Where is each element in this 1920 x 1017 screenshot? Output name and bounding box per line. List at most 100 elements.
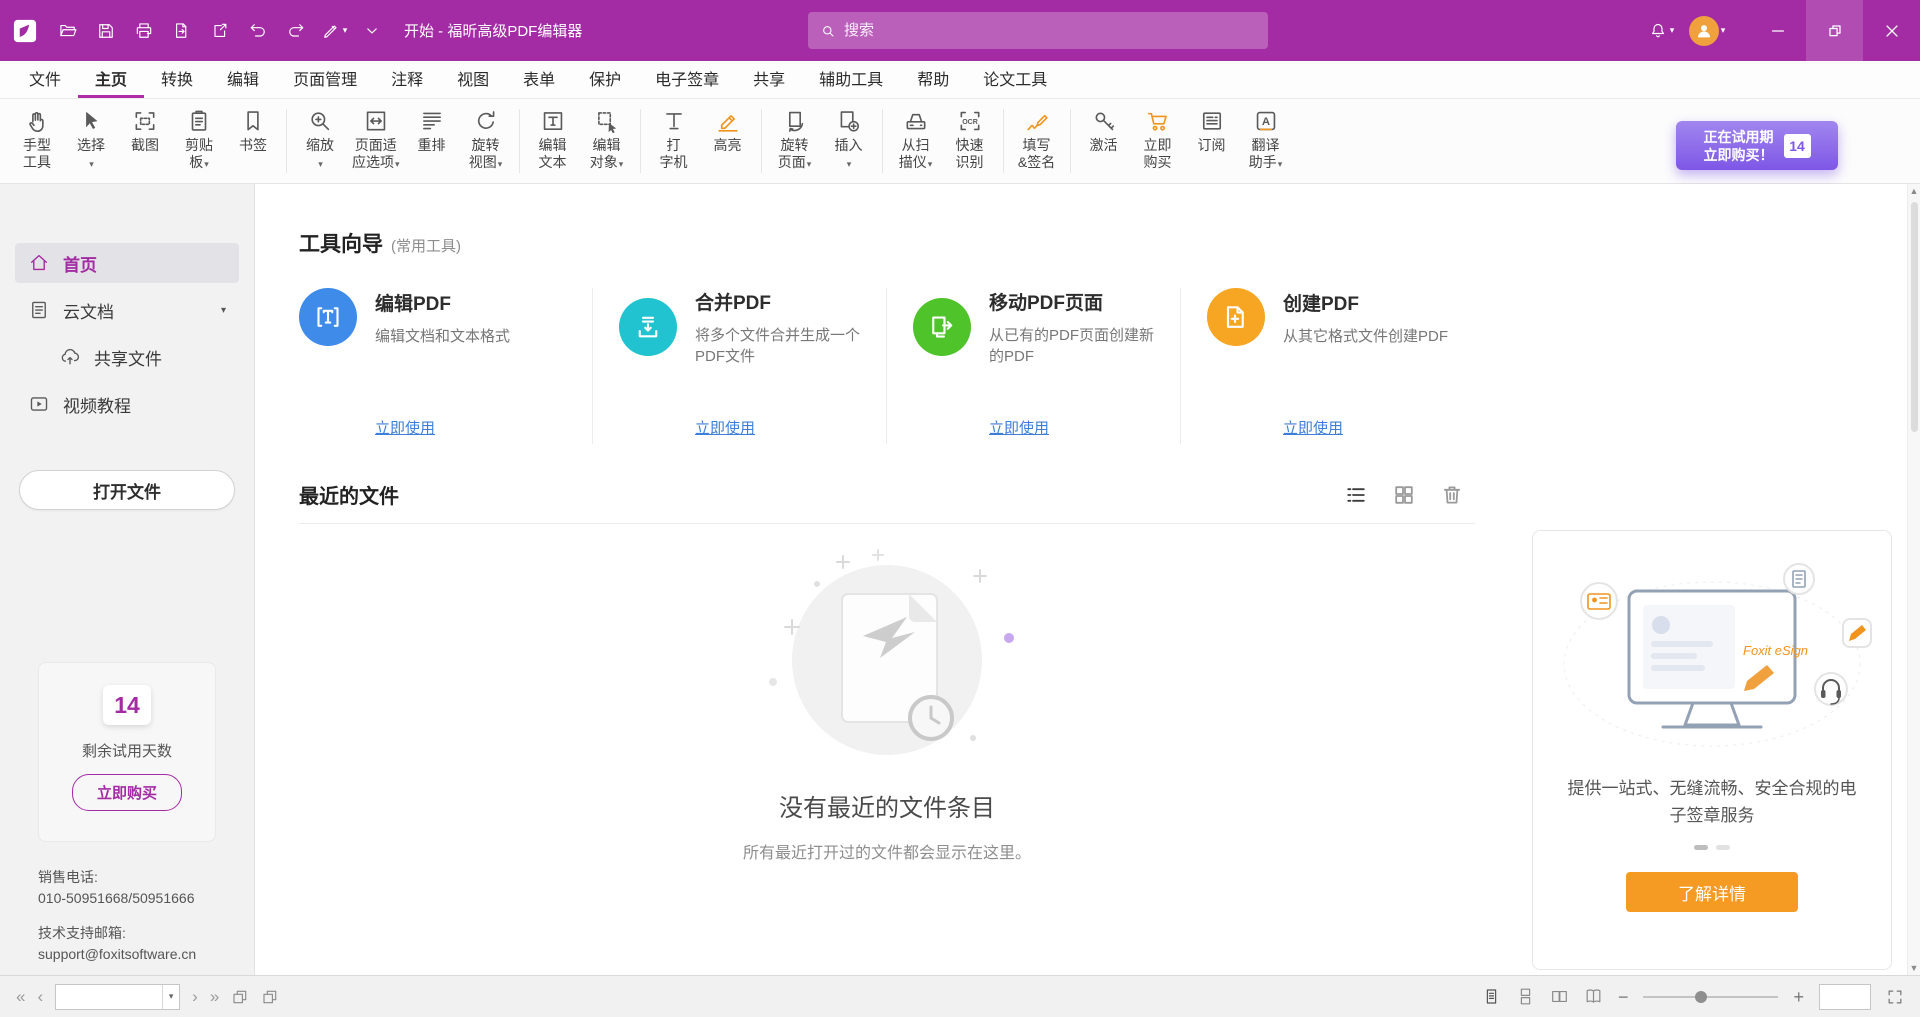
- foxit-logo-icon[interactable]: [0, 0, 50, 61]
- export-button[interactable]: [166, 15, 198, 47]
- ribbon-tool-activate[interactable]: 激活: [1077, 106, 1131, 154]
- menu-item-10[interactable]: 共享: [736, 61, 802, 98]
- tool-card-merge-pdf[interactable]: 合并PDF将多个文件合并生成一个PDF文件立即使用: [593, 288, 887, 444]
- esign-button[interactable]: ▾: [318, 15, 350, 47]
- ribbon-tool-zoom[interactable]: 缩放▾: [293, 106, 347, 173]
- menu-item-8[interactable]: 保护: [572, 61, 638, 98]
- support-email-value[interactable]: support@foxitsoftware.cn: [38, 944, 196, 965]
- close-button[interactable]: [1863, 0, 1920, 61]
- scroll-up-icon[interactable]: ▲: [1910, 184, 1919, 198]
- ribbon-tool-fit[interactable]: 页面适应选项▾: [347, 106, 405, 173]
- fullscreen-icon[interactable]: [1886, 988, 1904, 1006]
- open-file-button[interactable]: 打开文件: [19, 470, 235, 510]
- ribbon-tool-rotate-view[interactable]: 旋转视图▾: [459, 106, 513, 173]
- menu-item-2[interactable]: 转换: [144, 61, 210, 98]
- sidebar-item-home[interactable]: 首页: [15, 243, 239, 283]
- next-view-icon[interactable]: [261, 988, 279, 1006]
- menu-item-6[interactable]: 视图: [440, 61, 506, 98]
- ribbon-tool-snapshot[interactable]: 截图: [118, 106, 172, 154]
- redo-button[interactable]: [280, 15, 312, 47]
- ribbon-tool-clipboard[interactable]: 剪贴板▾: [172, 106, 226, 173]
- print-button[interactable]: [128, 15, 160, 47]
- ribbon-tool-edit-object[interactable]: 编辑对象▾: [580, 106, 634, 173]
- ribbon-tool-fill-sign[interactable]: 填写&签名: [1010, 106, 1064, 171]
- ribbon-tool-hand[interactable]: 手型工具: [10, 106, 64, 171]
- ribbon-tool-highlight[interactable]: 高亮: [701, 106, 755, 154]
- open-button[interactable]: [52, 15, 84, 47]
- account-button[interactable]: ▾: [1687, 15, 1727, 47]
- use-now-link[interactable]: 立即使用: [695, 417, 755, 438]
- zoom-in-icon[interactable]: +: [1793, 988, 1804, 1006]
- menu-item-13[interactable]: 论文工具: [966, 61, 1064, 98]
- ribbon-tool-rotate-pages[interactable]: 旋转页面▾: [768, 106, 822, 173]
- single-page-view-icon[interactable]: [1482, 987, 1501, 1006]
- book-view-icon[interactable]: [1584, 987, 1603, 1006]
- menu-item-4[interactable]: 页面管理: [276, 61, 374, 98]
- menu-item-9[interactable]: 电子签章: [638, 61, 736, 98]
- use-now-link[interactable]: 立即使用: [375, 417, 435, 438]
- tool-card-edit-pdf[interactable]: 编辑PDF编辑文档和文本格式立即使用: [299, 288, 593, 444]
- zoom-out-icon[interactable]: −: [1618, 988, 1629, 1006]
- vertical-scrollbar[interactable]: ▲ ▼: [1907, 184, 1920, 975]
- sidebar-item-share-cloud[interactable]: 共享文件: [46, 337, 239, 377]
- list-view-icon[interactable]: [1343, 482, 1369, 508]
- menu-item-0[interactable]: 文件: [12, 61, 78, 98]
- tool-card-move-pages[interactable]: 移动PDF页面从已有的PDF页面创建新的PDF立即使用: [887, 288, 1181, 444]
- page-input[interactable]: [56, 985, 162, 1009]
- chevron-down-icon[interactable]: ▾: [221, 305, 226, 316]
- customize-button[interactable]: [356, 15, 388, 47]
- scrollbar-thumb[interactable]: [1911, 202, 1918, 432]
- menu-item-3[interactable]: 编辑: [210, 61, 276, 98]
- menu-item-1[interactable]: 主页: [78, 61, 144, 98]
- ribbon-tool-insert[interactable]: 插入▾: [822, 106, 876, 173]
- zoom-slider[interactable]: [1643, 996, 1778, 998]
- use-now-link[interactable]: 立即使用: [1283, 417, 1343, 438]
- ribbon-tool-cart[interactable]: 立即购买: [1131, 106, 1185, 171]
- prev-page-icon[interactable]: ‹: [37, 988, 43, 1005]
- notifications-button[interactable]: ▾: [1641, 15, 1681, 47]
- last-page-icon[interactable]: »: [210, 988, 219, 1005]
- carousel-dot[interactable]: [1716, 845, 1730, 850]
- ribbon-tool-reflow[interactable]: 重排: [405, 106, 459, 154]
- zoom-input[interactable]: [1820, 985, 1870, 1009]
- trial-badge[interactable]: 正在试用期 立即购买！ 14: [1676, 121, 1838, 170]
- ribbon-tool-typewriter[interactable]: 打字机: [647, 106, 701, 171]
- search-box[interactable]: [808, 12, 1268, 49]
- share-button[interactable]: [204, 15, 236, 47]
- menu-item-11[interactable]: 辅助工具: [802, 61, 900, 98]
- buy-now-button[interactable]: 立即购买: [72, 774, 182, 811]
- grid-view-icon[interactable]: [1391, 482, 1417, 508]
- page-dropdown-icon[interactable]: ▾: [162, 985, 179, 1009]
- first-page-icon[interactable]: «: [16, 988, 25, 1005]
- menu-item-7[interactable]: 表单: [506, 61, 572, 98]
- menu-item-5[interactable]: 注释: [374, 61, 440, 98]
- ribbon-tool-translate[interactable]: A翻译助手▾: [1239, 106, 1293, 173]
- carousel-dot[interactable]: [1694, 845, 1708, 850]
- restore-button[interactable]: [1806, 0, 1863, 61]
- next-page-icon[interactable]: ›: [192, 988, 198, 1005]
- save-button[interactable]: [90, 15, 122, 47]
- minimize-button[interactable]: [1749, 0, 1806, 61]
- menu-item-12[interactable]: 帮助: [900, 61, 966, 98]
- zoom-slider-thumb[interactable]: [1695, 991, 1707, 1003]
- delete-icon[interactable]: [1439, 482, 1465, 508]
- ribbon-tool-label: 选择▾: [77, 137, 105, 173]
- carousel-dots[interactable]: [1694, 845, 1730, 850]
- previous-view-icon[interactable]: [231, 988, 249, 1006]
- ribbon-tool-edit-text[interactable]: 编辑文本: [526, 106, 580, 171]
- ribbon-tool-ocr[interactable]: OCR快速识别: [943, 106, 997, 171]
- search-input[interactable]: [844, 22, 1256, 39]
- ribbon-tool-subscribe[interactable]: 订阅: [1185, 106, 1239, 154]
- tool-card-create-pdf[interactable]: 创建PDF从其它格式文件创建PDF立即使用: [1181, 288, 1475, 444]
- use-now-link[interactable]: 立即使用: [989, 417, 1049, 438]
- ribbon-tool-bookmark[interactable]: 书签: [226, 106, 280, 154]
- scroll-down-icon[interactable]: ▼: [1910, 961, 1919, 975]
- undo-button[interactable]: [242, 15, 274, 47]
- learn-more-button[interactable]: 了解详情: [1626, 872, 1798, 912]
- continuous-view-icon[interactable]: [1516, 987, 1535, 1006]
- ribbon-tool-scanner[interactable]: 从扫描仪▾: [889, 106, 943, 173]
- two-page-view-icon[interactable]: [1550, 987, 1569, 1006]
- ribbon-tool-cursor[interactable]: 选择▾: [64, 106, 118, 173]
- sidebar-item-video[interactable]: 视频教程: [15, 384, 239, 424]
- sidebar-item-cloud-doc[interactable]: 云文档▾: [15, 290, 239, 330]
